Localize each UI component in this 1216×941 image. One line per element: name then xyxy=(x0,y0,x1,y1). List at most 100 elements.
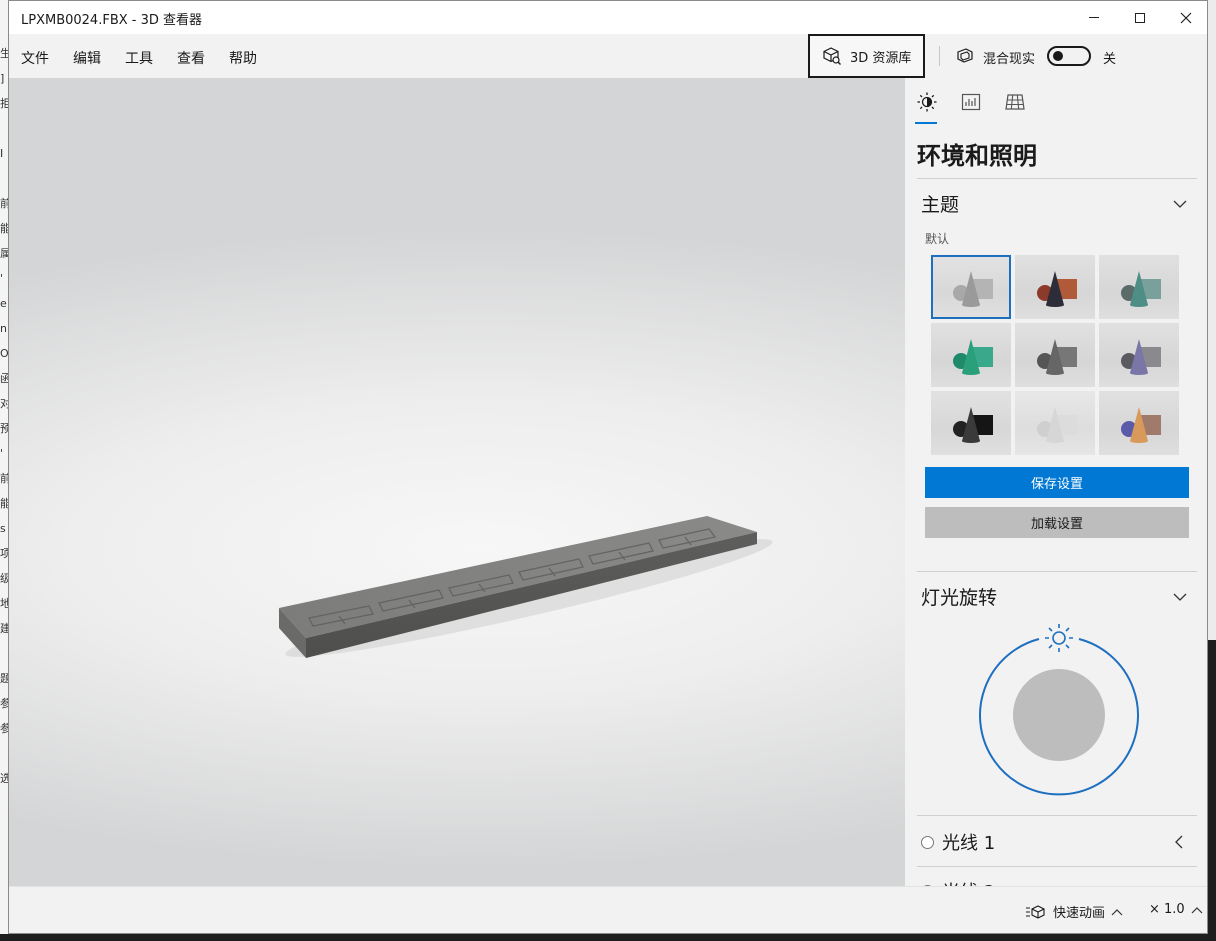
light-1-label: 光线 1 xyxy=(942,833,996,854)
menu-file[interactable]: 文件 xyxy=(21,48,49,68)
background-text-fragment: 对 xyxy=(0,397,8,410)
status-bar: 快速动画 × 1.0 xyxy=(9,886,1207,933)
sun-icon xyxy=(917,92,937,112)
divider xyxy=(917,866,1197,867)
chevron-up-icon xyxy=(1111,908,1123,915)
theme-tile-sunset[interactable] xyxy=(1099,391,1179,455)
menu-separator xyxy=(939,46,940,66)
theme-grid xyxy=(931,255,1181,455)
chevron-up-icon xyxy=(1191,906,1203,913)
chevron-down-icon xyxy=(1173,593,1187,601)
theme-tile-teal-grey[interactable] xyxy=(1099,255,1179,319)
taskbar-edge xyxy=(0,934,1216,941)
light-rotation-title: 灯光旋转 xyxy=(921,587,998,609)
theme-preview-icon xyxy=(1099,323,1179,387)
menu-tools[interactable]: 工具 xyxy=(125,48,153,68)
grid-icon xyxy=(1005,94,1025,110)
chevron-left-icon[interactable] xyxy=(1173,835,1185,849)
background-text-fragment: 预 xyxy=(0,422,8,435)
background-text-fragment: s xyxy=(0,522,6,535)
background-text-fragment: ' xyxy=(0,272,4,285)
light-1-row[interactable]: 光线 1 xyxy=(921,829,995,855)
divider xyxy=(917,178,1197,179)
light-2-row[interactable]: 光线 2 xyxy=(921,878,995,886)
background-text-fragment: 参 xyxy=(0,722,8,735)
3d-viewport[interactable] xyxy=(9,78,905,886)
background-text-fragment: 拒 xyxy=(0,97,8,110)
toggle-knob xyxy=(1053,51,1063,61)
theme-preview-icon xyxy=(1015,391,1095,455)
3d-library-button[interactable]: 3D 资源库 xyxy=(808,34,925,78)
background-text-fragment: 建 xyxy=(0,622,8,635)
animation-selector[interactable]: 快速动画 xyxy=(1025,902,1123,921)
background-text-fragment: 属 xyxy=(0,247,8,260)
mixed-reality-icon xyxy=(957,48,973,63)
divider xyxy=(917,571,1197,572)
background-text-fragment: 参 xyxy=(0,697,8,710)
background-text-fragment: 选 xyxy=(0,772,8,785)
theme-tile-violet[interactable] xyxy=(1099,323,1179,387)
light-sun-handle[interactable] xyxy=(1045,624,1073,652)
theme-preview-icon xyxy=(1099,391,1179,455)
background-text-fragment: 题 xyxy=(0,672,8,685)
viewer-window: LPXMB0024.FBX - 3D 查看器 文件 编辑 工具 查看 帮助 3D… xyxy=(8,0,1208,934)
background-text-fragment: 项 xyxy=(0,547,8,560)
theme-section-title: 主题 xyxy=(921,194,960,216)
background-text-fragment: 前 xyxy=(0,197,8,210)
tab-grid[interactable] xyxy=(1003,90,1027,114)
cube-search-icon xyxy=(823,47,841,65)
menu-view[interactable]: 查看 xyxy=(177,48,205,68)
speed-label: × 1.0 xyxy=(1149,902,1185,917)
load-settings-button[interactable]: 加载设置 xyxy=(925,507,1189,538)
background-window-edge-left: 生]拒I前能属'enpOr函对预'前能s项级地建题参参选 xyxy=(0,0,8,941)
background-text-fragment: 生 xyxy=(0,47,8,60)
background-text-fragment: ] xyxy=(0,72,5,85)
background-text-fragment: 前 xyxy=(0,472,8,485)
menu-bar: 文件 编辑 工具 查看 帮助 3D 资源库 混合现实 关 xyxy=(9,34,1207,78)
background-text-fragment: 能 xyxy=(0,497,8,510)
background-text-fragment: e xyxy=(0,297,7,310)
theme-preview-icon xyxy=(931,255,1011,319)
divider xyxy=(917,815,1197,816)
stats-icon xyxy=(961,93,981,111)
background-text-fragment: ' xyxy=(0,447,4,460)
light-2-label: 光线 2 xyxy=(942,878,995,886)
theme-tile-green[interactable] xyxy=(931,323,1011,387)
background-text-fragment: 地 xyxy=(0,597,8,610)
title-bar: LPXMB0024.FBX - 3D 查看器 xyxy=(9,1,1207,34)
theme-tile-light[interactable] xyxy=(1015,391,1095,455)
theme-tile-charcoal[interactable] xyxy=(1015,323,1095,387)
close-button[interactable] xyxy=(1163,1,1207,34)
maximize-button[interactable] xyxy=(1117,1,1163,34)
mixed-reality-toggle[interactable] xyxy=(1047,46,1091,66)
minimize-button[interactable] xyxy=(1071,1,1117,34)
light-rotation-dial[interactable] xyxy=(969,618,1149,798)
theme-preview-icon xyxy=(1099,255,1179,319)
theme-tile-dark-copper[interactable] xyxy=(1015,255,1095,319)
theme-preview-icon xyxy=(1015,255,1095,319)
window-title: LPXMB0024.FBX - 3D 查看器 xyxy=(21,13,203,28)
background-text-fragment: np xyxy=(0,322,8,335)
menu-help[interactable]: 帮助 xyxy=(229,48,257,68)
panel-heading: 环境和照明 xyxy=(917,142,1037,170)
light-1-radio[interactable] xyxy=(921,835,934,849)
mixed-reality-state: 关 xyxy=(1103,52,1117,67)
theme-preview-icon xyxy=(931,323,1011,387)
speed-selector[interactable]: × 1.0 xyxy=(1149,902,1203,917)
background-text-fragment: 函 xyxy=(0,372,8,385)
menu-edit[interactable]: 编辑 xyxy=(73,48,101,68)
tab-environment[interactable] xyxy=(915,90,939,124)
chevron-down-icon xyxy=(1173,200,1187,208)
background-text-fragment: 能 xyxy=(0,222,8,235)
theme-tile-black[interactable] xyxy=(931,391,1011,455)
save-settings-button[interactable]: 保存设置 xyxy=(925,467,1189,498)
tab-statistics[interactable] xyxy=(959,90,983,114)
environment-panel: 环境和照明 主题 默认 保存设置 加载设置 灯光旋转 光线 1 xyxy=(905,78,1207,886)
theme-preview-icon xyxy=(931,391,1011,455)
background-text-fragment: Or xyxy=(0,347,8,360)
theme-tile-default[interactable] xyxy=(931,255,1011,319)
3d-model xyxy=(279,516,773,658)
mixed-reality-label: 混合现实 xyxy=(983,52,1036,67)
minimize-icon xyxy=(1089,17,1099,18)
close-icon xyxy=(1180,12,1192,23)
